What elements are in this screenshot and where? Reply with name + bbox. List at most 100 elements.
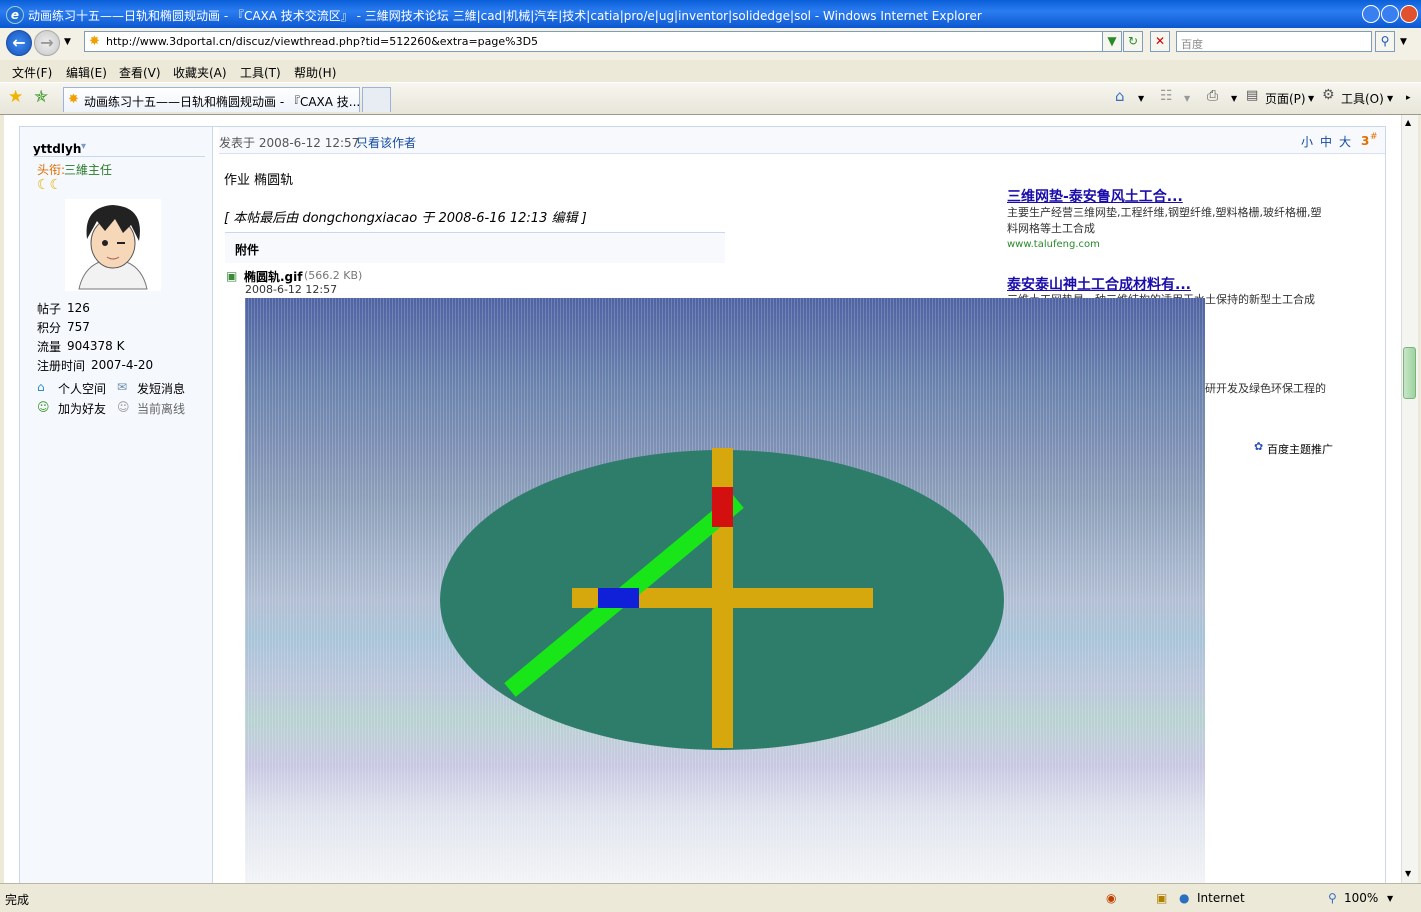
stat-label-posts: 帖子 (37, 302, 62, 316)
zoom-icon[interactable]: ⚲ (1328, 891, 1337, 905)
vertical-scrollbar[interactable]: ▲ ▼ (1401, 115, 1418, 883)
history-dropdown-icon[interactable]: ▼ (64, 37, 71, 47)
globe-icon: ● (1179, 891, 1190, 905)
tools-menu-button[interactable]: 工具(O) (1341, 90, 1384, 107)
scroll-up-icon[interactable]: ▲ (1405, 118, 1411, 127)
zoom-level[interactable]: 100% (1344, 891, 1378, 905)
home-dropdown-icon[interactable]: ▼ (1138, 94, 1144, 103)
attachment-size: (566.2 KB) (304, 269, 363, 282)
stat-label-traffic: 流量 (37, 340, 62, 354)
stat-value-register: 2007-4-20 (91, 358, 154, 372)
site-favicon-icon: ✸ (89, 34, 100, 49)
print-icon[interactable]: ⎙ (1207, 88, 1218, 104)
stat-value-points: 757 (67, 320, 90, 334)
home-icon[interactable]: ⌂ (1115, 87, 1125, 105)
search-input[interactable]: 百度 (1176, 31, 1372, 52)
search-icon[interactable]: ⚲ (1375, 31, 1395, 52)
tab-row: ★ ✯ ✸ 动画练习十五——日轨和椭圆规动画 - 『CAXA 技... ⌂ ▼ … (0, 83, 1421, 115)
avatar (65, 199, 161, 291)
attachment-image[interactable] (245, 298, 1205, 883)
menu-help[interactable]: 帮助(H) (294, 64, 336, 81)
menu-tools[interactable]: 工具(T) (240, 64, 281, 81)
address-dropdown-button[interactable]: ▼ (1102, 31, 1122, 52)
minimize-button[interactable] (1362, 5, 1380, 23)
add-friend-icon[interactable]: ☺ (37, 400, 50, 414)
baidu-paw-icon: ✿ (1254, 440, 1264, 453)
edit-note: [ 本帖最后由 dongchongxiacao 于 2008-6-16 12:1… (224, 211, 587, 226)
title-value: 三維主任 (64, 163, 113, 177)
rank-moon-icon: ☾☾ (37, 177, 63, 193)
page-menu-button[interactable]: 页面(P) (1265, 90, 1306, 107)
message-icon[interactable]: ✉ (117, 380, 127, 394)
font-large-link[interactable]: 大 (1339, 133, 1351, 150)
image-file-icon: ▣ (226, 269, 238, 283)
page-icon: ▤ (1246, 88, 1259, 103)
ie-logo-icon: e (6, 6, 24, 24)
favorites-star-icon[interactable]: ★ (8, 87, 23, 107)
address-url: http://www.3dportal.cn/discuz/viewthread… (106, 35, 539, 48)
search-options-icon[interactable]: ▼ (1400, 37, 1407, 47)
back-button[interactable]: ← (6, 30, 32, 56)
title-bar: e 动画练习十五——日轨和椭圆规动画 - 『CAXA 技术交流区』 - 三維网技… (0, 0, 1421, 28)
privacy-icon[interactable]: ◉ (1106, 891, 1116, 905)
chevron-right-icon[interactable]: ▸ (1406, 93, 1411, 103)
status-bar: 完成 ◉ ▣ ● Internet ⚲ 100% ▼ (0, 883, 1421, 912)
close-button[interactable] (1400, 5, 1418, 23)
refresh-icon[interactable]: ↻ (1123, 31, 1143, 52)
scroll-thumb[interactable] (1403, 347, 1416, 399)
tab-active[interactable]: ✸ 动画练习十五——日轨和椭圆规动画 - 『CAXA 技... (63, 87, 360, 112)
new-tab-button[interactable] (362, 87, 391, 112)
tab-label: 动画练习十五——日轨和椭圆规动画 - 『CAXA 技... (84, 95, 361, 109)
offline-status: 当前离线 (137, 402, 186, 416)
ad-title-2[interactable]: 泰安泰山神土工合成材料有... (1007, 274, 1191, 294)
font-small-link[interactable]: 小 (1301, 133, 1313, 150)
font-medium-link[interactable]: 中 (1320, 133, 1332, 150)
feeds-dropdown-icon[interactable]: ▼ (1184, 94, 1190, 103)
attachment-date: 2008-6-12 12:57 (245, 283, 338, 296)
ad-desc-1: 主要生产经营三维网垫,工程纤维,钢塑纤维,塑料格栅,玻纤格栅,塑料网格等土工合成 (1007, 206, 1322, 235)
stat-value-posts: 126 (67, 301, 90, 315)
scroll-down-icon[interactable]: ▼ (1405, 869, 1411, 878)
ad-title-1[interactable]: 三维网垫-泰安鲁风土工合... (1007, 186, 1183, 206)
print-dropdown-icon[interactable]: ▼ (1231, 94, 1237, 103)
stop-icon[interactable]: ✕ (1150, 31, 1170, 52)
post-body: 作业 椭圆轨 (224, 173, 294, 188)
zoom-dropdown-icon[interactable]: ▼ (1387, 894, 1393, 903)
floor-number: 3 (1361, 134, 1370, 148)
protected-mode-icon[interactable]: ▣ (1156, 891, 1167, 905)
title-label: 头衔: (37, 163, 66, 177)
author-name[interactable]: yttdlyh (33, 142, 81, 156)
menu-favorites[interactable]: 收藏夹(A) (173, 64, 227, 81)
forward-button[interactable]: → (34, 30, 60, 56)
attachment-header: 附件 (225, 232, 725, 263)
divider (33, 156, 205, 157)
window-title: 动画练习十五——日轨和椭圆规动画 - 『CAXA 技术交流区』 - 三維网技术论… (28, 9, 982, 23)
home-space-icon[interactable]: ⌂ (37, 380, 45, 394)
search-placeholder: 百度 (1181, 38, 1203, 51)
page-content: yttdlyh ▾ 头衔: 三維主任 ☾☾ 帖子 126 积分 757 流量 9… (4, 115, 1401, 883)
ad-desc-2-tail: 研开发及绿色环保工程的 (1205, 382, 1326, 395)
menu-edit[interactable]: 编辑(E) (66, 64, 107, 81)
ad-url-1[interactable]: www.talufeng.com (1007, 239, 1100, 250)
add-friend-link[interactable]: 加为好友 (58, 400, 106, 417)
ellipse-animation (440, 448, 1004, 750)
feeds-icon[interactable]: ☷ (1160, 88, 1173, 104)
menu-view[interactable]: 查看(V) (119, 64, 161, 81)
maximize-button[interactable] (1381, 5, 1399, 23)
add-favorites-icon[interactable]: ✯ (34, 87, 48, 107)
tools-dropdown-icon[interactable]: ▼ (1387, 94, 1393, 103)
stat-value-traffic: 904378 K (67, 339, 125, 353)
tab-favicon-icon: ✸ (68, 92, 79, 107)
floor-mark: # (1370, 132, 1378, 142)
menu-file[interactable]: 文件(F) (12, 64, 52, 81)
author-dropdown-icon[interactable]: ▾ (81, 141, 86, 152)
address-row: ← → ▼ ✸ http://www.3dportal.cn/discuz/vi… (0, 28, 1421, 61)
post-time: 发表于 2008-6-12 12:57 (219, 136, 360, 150)
only-author-link[interactable]: 只看该作者 (356, 134, 416, 151)
page-dropdown-icon[interactable]: ▼ (1308, 94, 1314, 103)
ad-footer[interactable]: 百度主题推广 (1267, 441, 1333, 457)
send-message-link[interactable]: 发短消息 (137, 380, 185, 397)
address-input[interactable]: ✸ http://www.3dportal.cn/discuz/viewthre… (84, 31, 1118, 52)
personal-space-link[interactable]: 个人空间 (58, 380, 106, 397)
post-header: 发表于 2008-6-12 12:57 只看该作者 小 中 大 3 # (219, 127, 1385, 154)
